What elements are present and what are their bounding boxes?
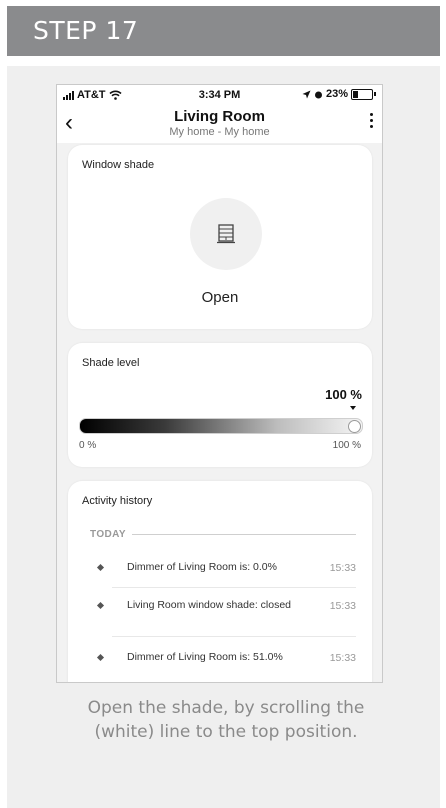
instruction-caption: Open the shade, by scrolling the (white)…	[87, 698, 365, 742]
status-bar: AT&T 3:34 PM 23%	[57, 85, 382, 105]
list-item: Dimmer of Living Room is: 51.0% 15:33	[92, 651, 356, 664]
shade-level-card: Shade level 100 % 0 % 100 %	[68, 343, 372, 467]
diamond-bullet-icon	[96, 563, 105, 572]
battery-icon	[351, 88, 373, 100]
shade-level-title: Shade level	[82, 357, 140, 369]
diamond-bullet-icon	[96, 601, 105, 610]
slider-thumb[interactable]	[348, 420, 361, 433]
battery-percent: 23%	[325, 88, 348, 100]
slider-max-label: 100 %	[332, 440, 361, 451]
alarm-icon	[314, 91, 322, 98]
list-item: Living Room window shade: closed 15:33	[92, 599, 356, 612]
window-shade-card: Window shade Open	[68, 145, 372, 329]
date-group-header: TODAY	[90, 529, 356, 540]
step-header: STEP 17	[7, 6, 440, 56]
shade-level-value: 100 %	[325, 387, 362, 402]
page-subtitle: My home - My home	[169, 126, 270, 138]
caret-down-icon	[350, 406, 356, 410]
nav-bar: ‹ Living Room My home - My home	[57, 105, 382, 143]
step-label: STEP 17	[33, 16, 139, 45]
page-title: Living Room	[174, 108, 265, 125]
slider-min-label: 0 %	[79, 440, 97, 451]
activity-history-card: Activity history TODAY Dimmer of Living …	[68, 481, 372, 682]
shade-toggle-button[interactable]	[190, 198, 262, 270]
shade-level-slider[interactable]	[79, 418, 363, 434]
phone-screenshot: AT&T 3:34 PM 23% ‹ Living Room My home -…	[56, 84, 383, 683]
window-shade-title: Window shade	[82, 159, 155, 171]
more-options-icon[interactable]	[370, 113, 374, 128]
location-arrow-icon	[302, 90, 311, 98]
window-shade-icon	[217, 224, 235, 244]
list-item: Dimmer of Living Room is: 0.0% 15:33	[92, 561, 356, 574]
date-group-label: TODAY	[90, 529, 126, 540]
diamond-bullet-icon	[96, 653, 105, 662]
activity-history-title: Activity history	[82, 495, 153, 507]
tutorial-page: STEP 17 AT&T 3:34 PM 23% ‹ Living Room M…	[0, 0, 446, 808]
shade-state-label: Open	[201, 289, 239, 306]
